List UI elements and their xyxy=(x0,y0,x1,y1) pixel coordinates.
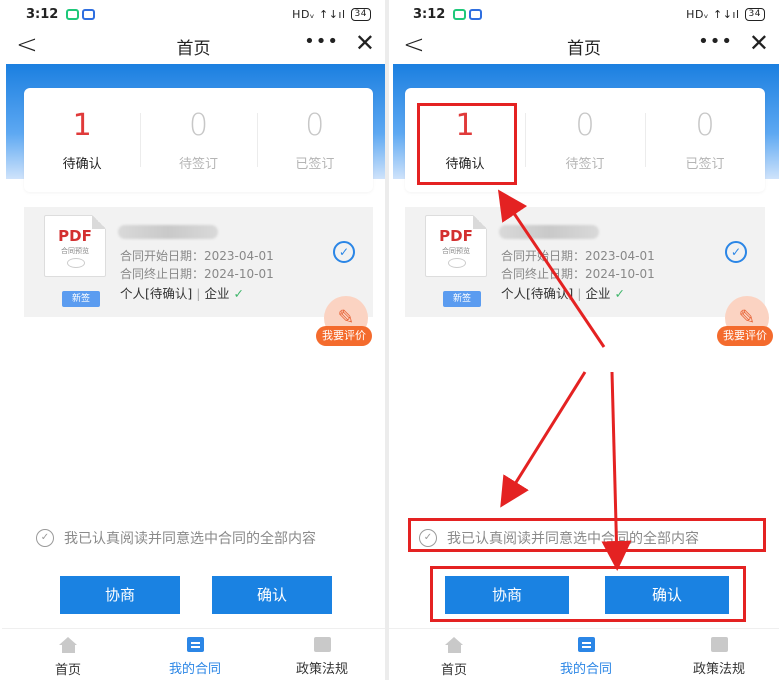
arrow-to-pending xyxy=(497,189,606,348)
annotation-arrows xyxy=(497,189,632,571)
arrow-to-confirm xyxy=(601,371,632,571)
arrow-to-agreement xyxy=(500,371,587,508)
